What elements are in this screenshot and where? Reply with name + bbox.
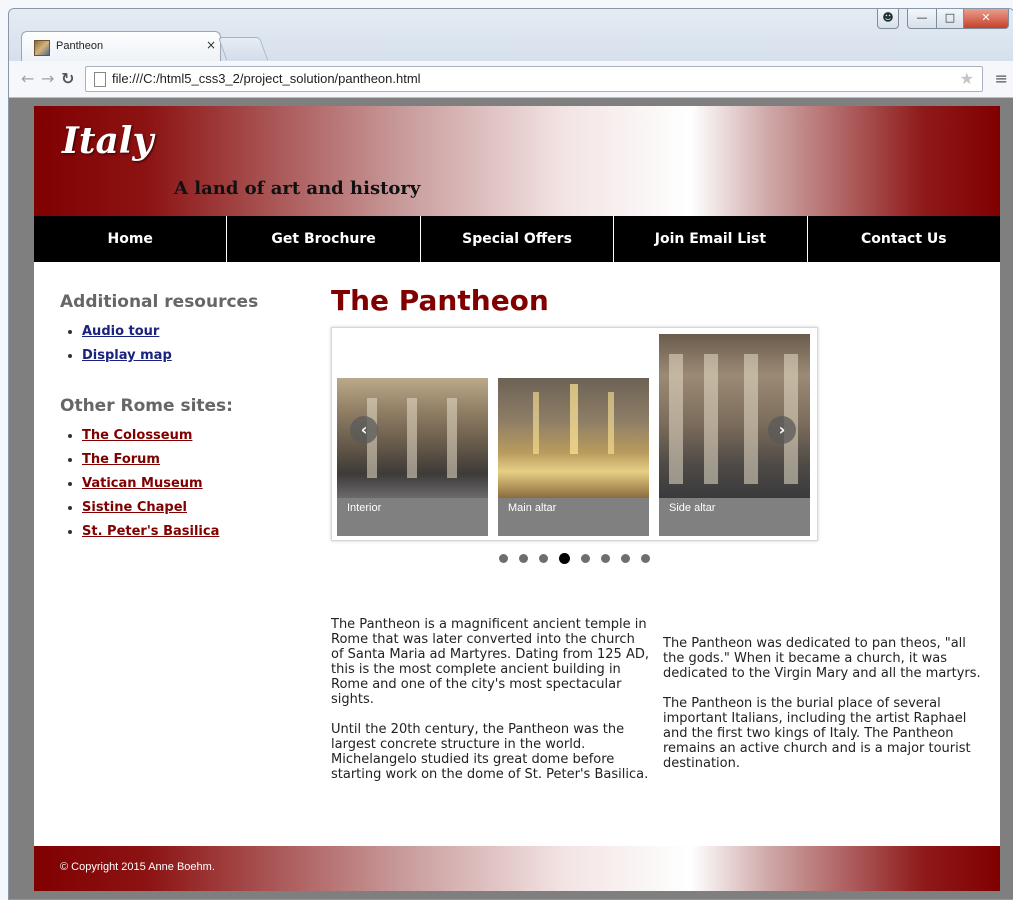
list-item: The Forum	[82, 448, 300, 472]
tab-title: Pantheon	[56, 40, 104, 52]
list-item: Sistine Chapel	[82, 496, 300, 520]
page-footer: © Copyright 2015 Anne Boehm.	[34, 846, 1000, 891]
resources-list: Audio tour Display map	[60, 320, 300, 368]
favicon-icon	[34, 40, 50, 56]
carousel-dot[interactable]	[499, 554, 508, 563]
nav-get-brochure[interactable]: Get Brochure	[227, 216, 421, 262]
display-map-link[interactable]: Display map	[82, 348, 172, 363]
address-bar[interactable]: file:///C:/html5_css3_2/project_solution…	[85, 66, 983, 92]
carousel-dot[interactable]	[641, 554, 650, 563]
page-icon	[94, 72, 106, 87]
user-icon[interactable]: ☻	[877, 9, 899, 29]
page-title: The Pantheon	[331, 284, 549, 317]
nav-home[interactable]: Home	[34, 216, 228, 262]
slide-caption: Main altar	[498, 498, 649, 536]
paragraph: The Pantheon was dedicated to pan theos,…	[663, 636, 981, 681]
site-tagline: A land of art and history	[174, 178, 421, 199]
new-tab-button[interactable]	[217, 37, 269, 60]
browser-window: Pantheon × ☻ — □ ✕ ← → ↻ file:///C:/html…	[8, 8, 1013, 900]
main-content: The Pantheon Interior Main altar Side al…	[331, 284, 981, 782]
main-altar-photo	[498, 378, 649, 498]
header-banner: Italy A land of art and history	[34, 106, 1000, 216]
carousel-slide-interior[interactable]: Interior	[337, 378, 488, 536]
list-item: Display map	[82, 344, 300, 368]
colosseum-link[interactable]: The Colosseum	[82, 428, 192, 443]
browser-toolbar: ← → ↻ file:///C:/html5_css3_2/project_so…	[9, 61, 1013, 98]
maximize-button[interactable]: □	[936, 9, 964, 29]
paragraph: The Pantheon is the burial place of seve…	[663, 696, 971, 771]
nav-special-offers[interactable]: Special Offers	[421, 216, 615, 262]
browser-tab[interactable]: Pantheon ×	[21, 31, 221, 61]
nav-join-email-list[interactable]: Join Email List	[614, 216, 808, 262]
side-altar-photo	[659, 334, 810, 498]
carousel-dot[interactable]	[621, 554, 630, 563]
chevron-right-icon[interactable]: ›	[768, 416, 796, 444]
main-nav: Home Get Brochure Special Offers Join Em…	[34, 216, 1000, 262]
tab-strip: Pantheon × ☻ — □ ✕	[9, 9, 1013, 61]
bookmark-star-icon[interactable]: ★	[960, 69, 974, 88]
forward-arrow-icon[interactable]: →	[41, 69, 54, 88]
chevron-left-icon[interactable]: ‹	[350, 416, 378, 444]
audio-tour-link[interactable]: Audio tour	[82, 324, 159, 339]
list-item: Audio tour	[82, 320, 300, 344]
carousel-dot[interactable]	[559, 553, 570, 564]
menu-icon[interactable]: ≡	[995, 69, 1008, 88]
st-peters-basilica-link[interactable]: St. Peter's Basilica	[82, 524, 219, 539]
image-carousel: Interior Main altar Side altar ‹ ›	[331, 327, 818, 541]
carousel-dot[interactable]	[581, 554, 590, 563]
copyright-text: © Copyright 2015 Anne Boehm.	[60, 861, 215, 873]
carousel-slide-main-altar[interactable]: Main altar	[498, 378, 649, 536]
carousel-dot[interactable]	[519, 554, 528, 563]
sidebar: Additional resources Audio tour Display …	[60, 292, 300, 572]
list-item: Vatican Museum	[82, 472, 300, 496]
nav-contact-us[interactable]: Contact Us	[808, 216, 1000, 262]
list-item: St. Peter's Basilica	[82, 520, 300, 544]
vatican-museum-link[interactable]: Vatican Museum	[82, 476, 203, 491]
carousel-pagination	[499, 553, 659, 564]
sites-heading: Other Rome sites:	[60, 396, 233, 416]
carousel-dot[interactable]	[601, 554, 610, 563]
paragraph: Until the 20th century, the Pantheon was…	[331, 722, 649, 782]
page-viewport: Italy A land of art and history Home Get…	[9, 98, 1013, 899]
site-logo: Italy	[62, 120, 154, 162]
slide-caption: Interior	[337, 498, 488, 536]
url-text[interactable]: file:///C:/html5_css3_2/project_solution…	[112, 71, 421, 86]
reload-icon[interactable]: ↻	[61, 69, 74, 88]
forum-link[interactable]: The Forum	[82, 452, 160, 467]
text-column-left: The Pantheon is a magnificent ancient te…	[331, 617, 649, 797]
text-column-right: The Pantheon was dedicated to pan theos,…	[663, 636, 985, 786]
resources-heading: Additional resources	[60, 292, 259, 312]
list-item: The Colosseum	[82, 424, 300, 448]
slide-caption: Side altar	[659, 498, 810, 536]
sites-list: The Colosseum The Forum Vatican Museum S…	[60, 424, 300, 544]
minimize-button[interactable]: —	[907, 9, 937, 29]
sistine-chapel-link[interactable]: Sistine Chapel	[82, 500, 187, 515]
carousel-dot[interactable]	[539, 554, 548, 563]
back-arrow-icon[interactable]: ←	[21, 69, 34, 88]
close-window-button[interactable]: ✕	[963, 9, 1009, 29]
close-tab-icon[interactable]: ×	[206, 38, 216, 52]
paragraph: The Pantheon is a magnificent ancient te…	[331, 617, 649, 707]
web-page: Italy A land of art and history Home Get…	[34, 106, 1000, 891]
